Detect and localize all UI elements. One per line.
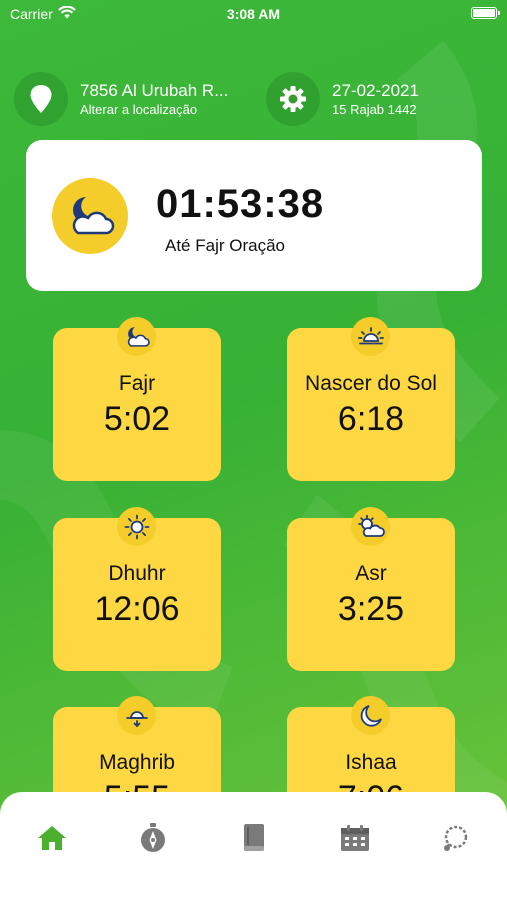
home-icon bbox=[38, 826, 66, 850]
prayer-name: Ishaa bbox=[345, 751, 397, 774]
settings-date-group: 27-02-2021 15 Rajab 1442 bbox=[266, 72, 419, 126]
gregorian-date: 27-02-2021 bbox=[332, 81, 419, 100]
prayer-name: Asr bbox=[355, 562, 387, 585]
countdown-label: Até Fajr Oração bbox=[165, 236, 285, 255]
countdown-timer: 01:53:38 bbox=[156, 182, 325, 226]
location-selector[interactable]: 7856 Al Urubah R... Alterar a localizaçã… bbox=[14, 72, 228, 126]
prayer-card-dhuhr[interactable]: Dhuhr 12:06 bbox=[53, 507, 221, 671]
prayer-time: 5:02 bbox=[103, 400, 171, 438]
moon-cloud-icon bbox=[117, 317, 156, 356]
prayer-name: Maghrib bbox=[99, 751, 175, 774]
gear-icon bbox=[280, 86, 306, 112]
prayer-card-asr[interactable]: Asr 3:25 bbox=[287, 507, 455, 671]
location-pin-icon bbox=[30, 85, 52, 113]
change-location-link[interactable]: Alterar a localização bbox=[80, 102, 228, 118]
tab-quran[interactable] bbox=[234, 820, 274, 856]
tab-home[interactable] bbox=[32, 820, 72, 856]
tab-compass[interactable] bbox=[133, 820, 173, 856]
header: 7856 Al Urubah R... Alterar a localizaçã… bbox=[14, 72, 494, 128]
next-prayer-countdown-card: 01:53:38 Até Fajr Oração bbox=[26, 140, 482, 291]
book-icon bbox=[244, 824, 264, 851]
settings-button[interactable] bbox=[266, 72, 320, 126]
prayer-time: 12:06 bbox=[94, 590, 180, 628]
prayer-beads-icon bbox=[444, 825, 468, 851]
location-address: 7856 Al Urubah R... bbox=[80, 81, 229, 100]
tab-tasbih[interactable] bbox=[436, 820, 476, 856]
prayer-name: Nascer do Sol bbox=[305, 372, 437, 395]
sunset-icon bbox=[117, 696, 156, 735]
status-time: 3:08 AM bbox=[226, 6, 281, 22]
battery-icon bbox=[471, 7, 500, 19]
sunrise-icon bbox=[351, 317, 390, 356]
prayer-card-sunrise[interactable]: Nascer do Sol 6:18 bbox=[287, 317, 455, 481]
compass-icon bbox=[141, 823, 165, 852]
hijri-date: 15 Rajab 1442 bbox=[332, 102, 417, 117]
bottom-tab-bar bbox=[0, 792, 507, 900]
tab-calendar[interactable] bbox=[335, 820, 375, 856]
sun-icon bbox=[117, 507, 156, 546]
prayer-card-fajr[interactable]: Fajr 5:02 bbox=[53, 317, 221, 481]
calendar-icon bbox=[341, 825, 369, 851]
status-bar: Carrier 3:08 AM bbox=[0, 0, 507, 28]
prayer-time: 6:18 bbox=[337, 400, 405, 438]
prayer-name: Dhuhr bbox=[108, 562, 166, 585]
prayer-name: Fajr bbox=[118, 372, 156, 395]
moon-icon bbox=[351, 696, 390, 735]
moon-cloud-icon bbox=[52, 178, 128, 254]
sun-cloud-icon bbox=[351, 507, 390, 546]
prayer-time: 3:25 bbox=[337, 590, 405, 628]
location-pin-button[interactable] bbox=[14, 72, 68, 126]
